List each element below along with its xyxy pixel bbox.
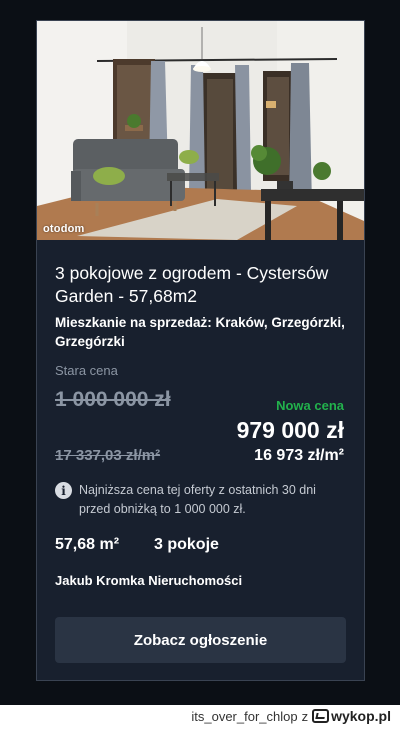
rooms-value: 3 pokoje <box>154 536 219 553</box>
footer-connector: z <box>301 708 309 724</box>
old-price: 1 000 000 zł <box>55 388 171 411</box>
agency-name: Jakub Kromka Nieruchomości <box>55 573 243 588</box>
wykop-icon <box>312 709 330 723</box>
old-price-label: Stara cena <box>55 363 118 378</box>
room-illustration <box>37 21 364 240</box>
author-name[interactable]: its_over_for_chlop <box>191 709 297 724</box>
wykop-site-name: wykop.pl <box>331 708 391 724</box>
listing-photo[interactable]: otodom <box>37 21 364 240</box>
new-price: 979 000 zł <box>236 417 344 443</box>
area-value: 57,68 m² <box>55 536 120 553</box>
listing-title[interactable]: 3 pokojowe z ogrodem - Cystersów Garden … <box>55 262 355 308</box>
lowest-price-note: Najniższa cena tej oferty z ostatnich 30… <box>79 483 316 516</box>
footer-credit: its_over_for_chlop z wykop.pl <box>191 708 391 724</box>
listing-location: Mieszkanie na sprzedaż: Kraków, Grzegórz… <box>55 315 345 349</box>
listing-card[interactable]: otodom 3 pokojowe z ogrodem - Cystersów … <box>36 20 365 681</box>
info-circle-icon: i <box>55 482 72 499</box>
otodom-watermark: otodom <box>43 223 85 235</box>
wykop-logo[interactable]: wykop.pl <box>312 708 391 724</box>
footer-bar: its_over_for_chlop z wykop.pl <box>0 705 400 729</box>
old-price-per-m2: 17 337,03 zł/m² <box>55 447 161 464</box>
new-price-label: Nowa cena <box>276 398 344 413</box>
new-price-per-m2: 16 973 zł/m² <box>254 447 344 464</box>
view-listing-button[interactable]: Zobacz ogłoszenie <box>55 617 346 663</box>
